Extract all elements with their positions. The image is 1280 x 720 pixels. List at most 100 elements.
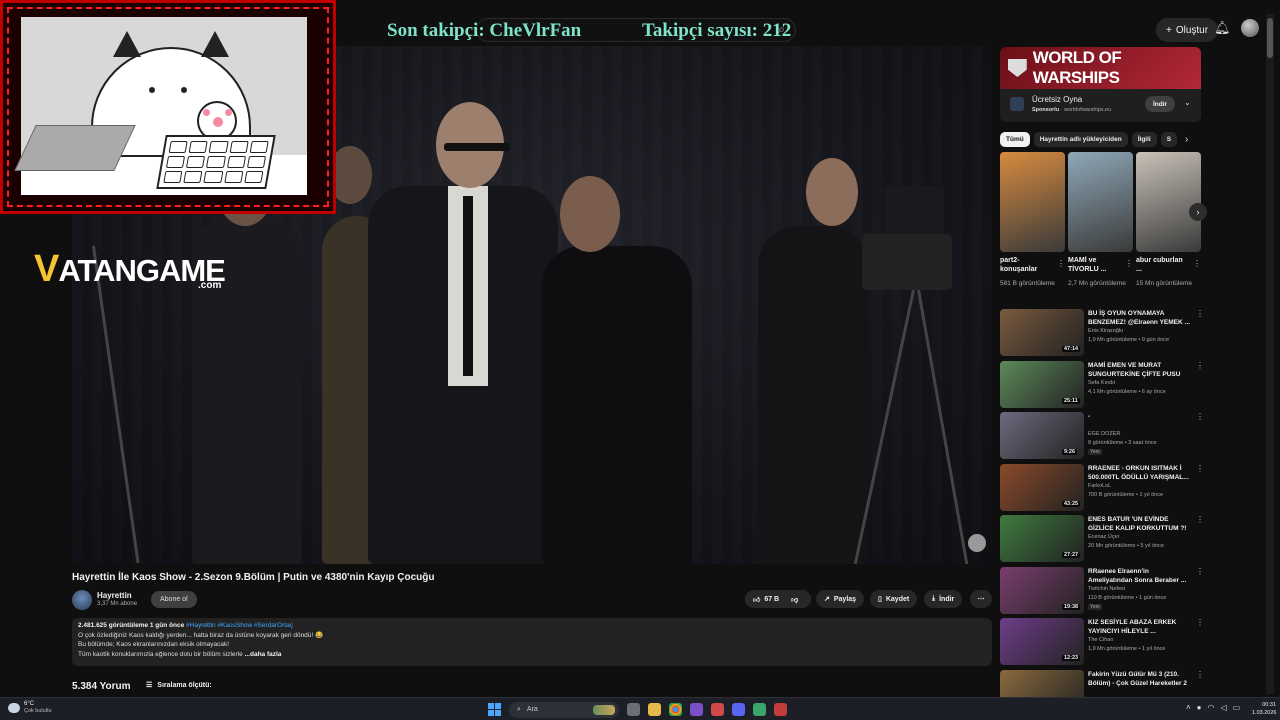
recommendation-item[interactable]: 47:14 BU İŞ OYUN OYNAMAYA BENZEMEZ! @Elra… xyxy=(1000,309,1205,361)
bongo-cat-scene xyxy=(14,17,307,195)
show-more-link[interactable]: ...daha fazla xyxy=(245,651,282,658)
recommendation-channel[interactable]: Twitchin Nefesi xyxy=(1088,586,1125,592)
short-item[interactable]: abur cuburlan ... 15 Mn görüntüleme ⋮ xyxy=(1136,152,1201,288)
recommendation-item[interactable]: 27:27 ENES BATUR 'UN EVİNDE GİZLİCE KALIP… xyxy=(1000,515,1205,567)
taskbar-search[interactable]: ⌕ Ara xyxy=(509,701,619,718)
hashtags[interactable]: #Hayrettin #KaosShow #SerdarOrtaç xyxy=(186,622,293,629)
like-count[interactable]: 67 B xyxy=(764,596,779,603)
recommendation-title[interactable]: RRaenee Elraenn'in Ameliyatından Sonra B… xyxy=(1088,567,1192,585)
recommendation-channel[interactable]: FarkoLoL xyxy=(1088,483,1111,489)
discord-icon[interactable] xyxy=(732,703,745,716)
recommendation-title[interactable]: KIZ SESİYLE ABAZA ERKEK YAYINCIYI HİLEYL… xyxy=(1088,618,1192,636)
page-scrollbar[interactable] xyxy=(1266,14,1274,694)
recommendation-item[interactable]: 19:38 RRaenee Elraenn'in Ameliyatından So… xyxy=(1000,566,1205,619)
mic-icon[interactable]: ● xyxy=(1197,703,1202,712)
short-item[interactable]: MAMİ ve TİVORLU ... 2,7 Mn görüntüleme ⋮ xyxy=(1068,152,1133,288)
sort-comments-button[interactable]: ☰ Sıralama ölçütü: xyxy=(146,681,212,690)
recommendation-channel[interactable]: Enis Kirazoğlu xyxy=(1088,328,1123,334)
short-thumbnail[interactable] xyxy=(1068,152,1133,252)
scrollbar-thumb[interactable] xyxy=(1267,18,1273,58)
wifi-icon[interactable]: ◠ xyxy=(1208,703,1215,712)
battery-icon[interactable]: ▭ xyxy=(1233,703,1241,712)
app-icon[interactable] xyxy=(753,703,766,716)
channel-name[interactable]: Hayrettin xyxy=(97,591,132,600)
more-vertical-icon[interactable]: ⋮ xyxy=(1196,670,1204,679)
more-vertical-icon[interactable]: ⋮ xyxy=(1196,567,1204,576)
more-vertical-icon[interactable]: ⋮ xyxy=(1196,309,1204,318)
save-button[interactable]: ▯ Kaydet xyxy=(870,590,918,608)
more-actions-button[interactable]: ⋯ xyxy=(970,590,992,608)
recommendation-channel[interactable]: The Cihan xyxy=(1088,637,1113,643)
recommendation-item[interactable]: 25:11 MAMİ EMEN VE MURAT SUNGURTEKİNE ÇİF… xyxy=(1000,360,1205,413)
recommendation-item[interactable]: 12:23 KIZ SESİYLE ABAZA ERKEK YAYINCIYI H… xyxy=(1000,618,1205,670)
recommendation-title[interactable]: RRAENEE - ORKUN ISITMAK İ 500.000TL ÖDÜL… xyxy=(1088,464,1192,482)
volume-icon[interactable]: ◁ xyxy=(1221,703,1227,712)
system-clock[interactable]: 00:31 1.03.2026 xyxy=(1252,701,1276,717)
share-button[interactable]: ↗ Paylaş xyxy=(816,590,865,608)
recommendation-title[interactable]: Fakirin Yüzü Gülür Mü 3 (210. Bölüm) - Ç… xyxy=(1088,670,1192,688)
thumbs-down-icon[interactable]: 👎︎ xyxy=(791,595,798,604)
recommendation-channel[interactable]: Ecenaz Üçer xyxy=(1088,534,1120,540)
recommendation-item[interactable]: 43:25 RRAENEE - ORKUN ISITMAK İ 500.000TL… xyxy=(1000,463,1205,516)
short-thumbnail[interactable] xyxy=(1000,152,1065,252)
more-vertical-icon[interactable]: ⋮ xyxy=(1196,361,1204,370)
notifications-bell-icon[interactable]: 🔔︎ xyxy=(1214,20,1231,36)
chip-uploader[interactable]: Hayrettin adlı yükleyiciden xyxy=(1033,132,1128,147)
chevron-down-icon[interactable]: ⌄ xyxy=(1184,98,1191,107)
more-vertical-icon[interactable]: ⋮ xyxy=(1057,259,1065,268)
account-avatar[interactable] xyxy=(1241,19,1259,37)
recommendation-channel[interactable]: EGE DOZER xyxy=(1088,431,1120,437)
video-camera xyxy=(862,234,952,290)
ad-info[interactable]: Ücretsiz Oyna Sponsorlu · worldofwarship… xyxy=(1000,89,1201,122)
short-item[interactable]: part2-konuşanlar 581 B görüntüleme ⋮ xyxy=(1000,152,1065,288)
ad-banner[interactable]: WORLD OF WARSHIPS xyxy=(1000,47,1201,89)
task-view-icon[interactable] xyxy=(627,703,640,716)
chip-related[interactable]: İlgili xyxy=(1131,132,1157,147)
weather-condition: Çok bulutlu xyxy=(24,708,52,714)
subscribe-button[interactable]: Abone ol xyxy=(151,591,197,608)
channel-watermark-icon[interactable] xyxy=(968,534,986,552)
short-title[interactable]: part2-konuşanlar xyxy=(1000,256,1054,276)
create-button[interactable]: + Oluştur xyxy=(1156,18,1219,42)
shorts-shelf: part2-konuşanlar 581 B görüntüleme ⋮ MAM… xyxy=(1000,152,1201,302)
file-explorer-icon[interactable] xyxy=(648,703,661,716)
weather-widget[interactable]: 6°C Çok bulutlu xyxy=(8,701,52,715)
short-title[interactable]: abur cuburlan ... xyxy=(1136,256,1190,276)
chip-more[interactable]: S xyxy=(1160,132,1178,147)
shorts-next-chevron-icon[interactable]: › xyxy=(1189,203,1207,221)
recommendation-title[interactable]: MAMİ EMEN VE MURAT SUNGURTEKİNE ÇİFTE PU… xyxy=(1088,361,1192,379)
more-vertical-icon[interactable]: ⋮ xyxy=(1193,259,1201,268)
ad-install-button[interactable]: İndir xyxy=(1145,96,1176,112)
chrome-icon[interactable] xyxy=(669,703,682,716)
recommendation-item[interactable]: 9:26 - EGE DOZER 8 görüntüleme • 3 saat önc… xyxy=(1000,412,1205,464)
more-vertical-icon[interactable]: ⋮ xyxy=(1196,618,1204,627)
chip-all[interactable]: Tümü xyxy=(1000,132,1030,147)
more-vertical-icon[interactable]: ⋮ xyxy=(1196,464,1204,473)
chevron-right-icon[interactable]: › xyxy=(1185,134,1188,145)
paw-pad xyxy=(213,117,223,127)
download-button[interactable]: ⤓ İndir xyxy=(924,590,963,608)
ad-title: Ücretsiz Oyna xyxy=(1032,95,1083,104)
more-vertical-icon[interactable]: ⋮ xyxy=(1125,259,1133,268)
recommendation-title[interactable]: - xyxy=(1088,412,1192,421)
video-description[interactable]: 2.481.625 görüntüleme 1 gün önce #Hayret… xyxy=(72,618,992,666)
app-icon[interactable] xyxy=(774,703,787,716)
more-vertical-icon[interactable]: ⋮ xyxy=(1196,515,1204,524)
app-icon[interactable] xyxy=(711,703,724,716)
app-icon[interactable] xyxy=(690,703,703,716)
thumbs-up-icon[interactable]: 👍︎ xyxy=(753,595,760,604)
channel-avatar[interactable] xyxy=(72,590,92,610)
short-thumbnail[interactable] xyxy=(1136,152,1201,252)
windows-start-icon[interactable] xyxy=(488,703,501,716)
recommendation-title[interactable]: BU İŞ OYUN OYNAMAYA BENZEMEZ! @Elraenn Y… xyxy=(1088,309,1192,327)
new-badge: Yeni xyxy=(1088,449,1102,455)
channel-subscribers: 3,37 Mn abone xyxy=(97,601,138,607)
recommendation-channel[interactable]: Sefa Kındır xyxy=(1088,380,1116,386)
more-vertical-icon[interactable]: ⋮ xyxy=(1196,412,1204,421)
short-title[interactable]: MAMİ ve TİVORLU ... xyxy=(1068,256,1122,276)
chevron-up-icon[interactable]: ˄ xyxy=(1186,703,1191,712)
person-right xyxy=(758,226,868,564)
video-duration: 12:23 xyxy=(1062,655,1081,661)
recommendation-title[interactable]: ENES BATUR 'UN EVİNDE GİZLİCE KALIP KORK… xyxy=(1088,515,1192,533)
bookmark-icon: ▯ xyxy=(878,596,882,603)
